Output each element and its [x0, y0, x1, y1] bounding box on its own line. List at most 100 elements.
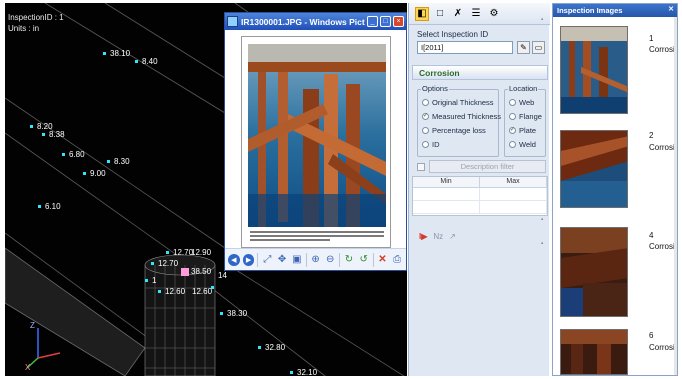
thickness-label[interactable]: 6.10	[38, 202, 61, 211]
thickness-label[interactable]: 8.40	[135, 57, 158, 66]
thickness-label[interactable]: 32.10	[290, 368, 317, 376]
picture-viewer-window[interactable]: IR1300001.JPG - Windows Pict... _ □ × ◀ …	[224, 12, 407, 271]
settings-icon[interactable]: ⚙	[487, 7, 501, 21]
inspection-thumbnail[interactable]	[560, 26, 628, 114]
inspection-thumbnail[interactable]	[560, 329, 628, 375]
option-id[interactable]: ID	[422, 140, 440, 149]
thickness-label[interactable]: 12.60	[158, 287, 185, 296]
thickness-label[interactable]: 8.30	[107, 157, 130, 166]
print-icon[interactable]: ⎙	[391, 254, 403, 266]
marker-icon	[151, 262, 154, 266]
thickness-label[interactable]: 32.80	[258, 343, 285, 352]
thickness-label[interactable]: 12.70	[151, 259, 178, 268]
marker-icon	[83, 172, 86, 176]
pick-icon[interactable]: ↗	[449, 232, 456, 241]
rotate-counterclockwise-icon[interactable]: ↺	[358, 254, 370, 266]
thumbnail-image	[561, 131, 627, 207]
corrosion-tool-icon[interactable]: ◧	[415, 6, 429, 21]
inspection-images-list[interactable]: 1 Corrosion 2 Corrosion 4 Corrosion	[553, 17, 677, 375]
viewer-titlebar[interactable]: IR1300001.JPG - Windows Pict... _ □ ×	[225, 13, 406, 30]
thumbnail-number: 2	[649, 131, 654, 140]
thickness-label[interactable]: 14	[218, 271, 227, 280]
description-filter-checkbox[interactable]	[417, 162, 425, 171]
rotate-clockwise-icon[interactable]: ↻	[343, 254, 355, 266]
thickness-label[interactable]: 12.90	[191, 248, 211, 257]
panel-toolbar: ◧ □ ✗ ☰ ⚙	[409, 3, 550, 25]
thickness-label[interactable]: 12.60	[192, 287, 212, 296]
thickness-label[interactable]: 1	[145, 276, 156, 285]
thumbnail-label: Corrosion	[649, 45, 677, 54]
best-fit-icon[interactable]: ⤢	[261, 254, 273, 266]
viewer-canvas[interactable]	[225, 30, 406, 252]
grip-icon: ▪	[541, 241, 544, 247]
inspection-images-panel: Inspection Images ✕ 1 Corrosion	[552, 3, 678, 376]
maximize-icon[interactable]: □	[380, 16, 391, 27]
close-icon[interactable]: ×	[393, 16, 404, 27]
option-percentage-loss[interactable]: Percentage loss	[422, 126, 486, 135]
marker-icon	[145, 279, 148, 283]
thickness-label[interactable]: 8.38	[42, 130, 65, 139]
description-filter-button[interactable]: Description filter	[429, 160, 546, 173]
thickness-label[interactable]: 9.00	[83, 169, 106, 178]
thickness-label[interactable]: 6.80	[62, 150, 85, 159]
location-web[interactable]: Web	[509, 98, 534, 107]
previous-icon[interactable]: ◀	[228, 253, 240, 266]
thickness-label[interactable]	[211, 283, 218, 292]
toolbar-divider	[305, 252, 307, 267]
toolbar-divider	[372, 252, 374, 267]
thickness-label[interactable]: 12.70	[166, 248, 193, 257]
inspection-thumbnail[interactable]	[560, 227, 628, 317]
thickness-label[interactable]: 38.10	[103, 49, 130, 58]
marker-icon	[107, 160, 110, 164]
thickness-label[interactable]: 38.50	[191, 267, 211, 276]
description-filter-row: Description filter	[417, 159, 546, 174]
radio-icon	[509, 141, 516, 148]
min-max-table[interactable]: Min Max	[412, 176, 548, 216]
thumbnail-image	[561, 27, 627, 113]
inspection-thumbnail[interactable]	[560, 130, 628, 208]
toolbar-divider	[339, 252, 341, 267]
picture-viewer-app-icon	[227, 16, 238, 27]
forward-icon[interactable]: I▶	[419, 232, 427, 241]
slideshow-icon[interactable]: ▣	[291, 254, 303, 266]
location-weld[interactable]: Weld	[509, 140, 536, 149]
table-row[interactable]	[413, 201, 547, 214]
close-icon[interactable]: ✕	[668, 5, 674, 13]
options-label: Options	[421, 84, 449, 93]
zoom-out-icon[interactable]: ⊖	[324, 254, 336, 266]
inspection-images-title: Inspection Images	[557, 6, 623, 15]
list-icon[interactable]: ☰	[469, 7, 483, 21]
blank-tool-icon[interactable]: □	[433, 7, 447, 21]
marker-icon	[38, 205, 41, 209]
inspection-id-select[interactable]: I[2011]	[417, 41, 513, 54]
location-plate[interactable]: ✓ Plate	[509, 126, 536, 135]
inspection-id-readout: InspectionID : 1	[8, 13, 64, 22]
actual-size-icon[interactable]: ✥	[276, 254, 288, 266]
go-icon[interactable]: Nz	[433, 232, 443, 241]
corrosion-section-header[interactable]: Corrosion	[412, 65, 548, 80]
marker-icon	[103, 52, 106, 56]
option-measured-thickness[interactable]: ✓ Measured Thickness	[422, 112, 501, 121]
thickness-label[interactable]: 38.30	[220, 309, 247, 318]
location-flange[interactable]: Flange	[509, 112, 542, 121]
tools-icon[interactable]: ✗	[451, 7, 465, 21]
thumbnail-image	[561, 330, 627, 374]
thumbnail-number: 6	[649, 331, 654, 340]
images-scrollbar[interactable]	[674, 17, 677, 375]
inspection-panel: ◧ □ ✗ ☰ ⚙ ▪ Select Inspection ID I[2011]…	[408, 3, 550, 376]
toolbar-divider	[257, 252, 259, 267]
radio-icon	[509, 99, 516, 106]
thumbnail-label: Corrosion	[649, 242, 677, 251]
zoom-in-icon[interactable]: ⊕	[310, 254, 322, 266]
table-row[interactable]	[413, 188, 547, 201]
edit-icon[interactable]: ✎	[517, 41, 530, 54]
delete-icon[interactable]: ✕	[377, 254, 389, 266]
refresh-icon[interactable]: ▭	[532, 41, 545, 54]
axis-x-label: X	[25, 363, 31, 372]
option-original-thickness[interactable]: Original Thickness	[422, 98, 494, 107]
minimize-icon[interactable]: _	[367, 16, 378, 27]
next-icon[interactable]: ▶	[242, 253, 255, 266]
marker-icon	[158, 290, 161, 294]
radio-icon	[422, 99, 429, 106]
marker-icon	[135, 60, 138, 64]
